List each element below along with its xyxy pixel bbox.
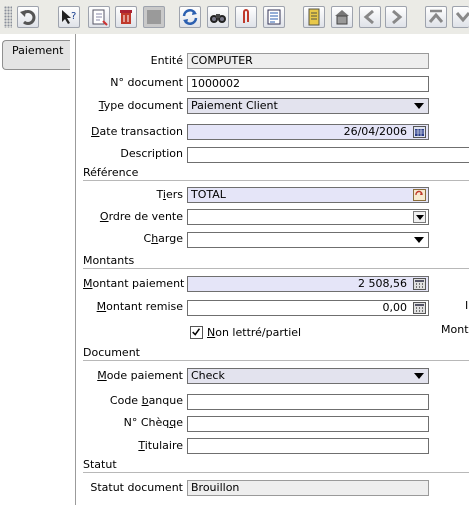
save-icon[interactable]	[143, 6, 165, 28]
entite-label: Entité	[150, 54, 183, 67]
date-transaction-value: 26/04/2006	[343, 125, 407, 138]
num-document-field[interactable]: 1000002	[187, 76, 429, 92]
calendar-icon[interactable]	[413, 126, 426, 138]
report-icon[interactable]	[263, 6, 285, 28]
previous-icon[interactable]	[359, 6, 381, 28]
non-lettre-label: Non lettré/partiel	[207, 326, 302, 339]
chevron-down-icon[interactable]	[414, 103, 424, 109]
last-icon[interactable]	[452, 6, 469, 28]
montant-remise-label: Montant remise	[96, 300, 183, 313]
tiers-label: Tiers	[156, 188, 183, 201]
find-icon[interactable]	[207, 6, 229, 28]
search-bpartner-icon[interactable]	[413, 189, 426, 201]
ordre-vente-select[interactable]	[187, 209, 429, 225]
section-statut: Statut	[83, 458, 469, 473]
non-lettre-checkbox[interactable]	[190, 326, 203, 339]
chevron-down-icon[interactable]	[414, 237, 424, 243]
type-document-label: Type document	[98, 99, 183, 112]
cutoff-mont-label: Mont	[441, 323, 469, 336]
montant-paiement-field[interactable]: 2 508,56	[187, 276, 429, 292]
date-transaction-label: Date transaction	[91, 125, 183, 138]
first-icon[interactable]	[425, 6, 447, 28]
num-cheque-label: N° Chèqqe	[123, 416, 183, 429]
description-field[interactable]	[187, 147, 469, 163]
montant-remise-field[interactable]: 0,00	[187, 300, 429, 316]
entite-field[interactable]: COMPUTER	[187, 53, 429, 69]
refresh-icon[interactable]	[179, 6, 201, 28]
num-document-label: N° document	[110, 76, 183, 89]
calculator-icon[interactable]	[413, 278, 426, 290]
description-label: Description	[120, 147, 183, 160]
mode-paiement-value: Check	[191, 369, 225, 382]
archive-icon[interactable]	[331, 6, 353, 28]
type-document-value: Paiement Client	[191, 99, 278, 112]
section-document: Document	[83, 346, 469, 361]
montant-remise-value: 0,00	[382, 301, 408, 314]
tab-label: Paiement	[12, 44, 64, 57]
new-record-icon[interactable]	[88, 6, 110, 28]
history-icon[interactable]	[303, 6, 325, 28]
delete-icon[interactable]	[115, 6, 137, 28]
chevron-down-icon[interactable]	[413, 211, 426, 223]
toolbar: ?	[0, 0, 469, 34]
undo-icon[interactable]	[17, 6, 39, 28]
montant-paiement-value: 2 508,56	[358, 277, 407, 290]
calculator-icon[interactable]	[413, 302, 426, 314]
titulaire-field[interactable]	[187, 438, 429, 454]
next-icon[interactable]	[385, 6, 407, 28]
charge-select[interactable]	[187, 232, 429, 248]
montant-paiement-label: Montant paiement	[83, 277, 185, 290]
attachment-icon[interactable]	[235, 6, 257, 28]
titulaire-label: Titulaire	[138, 439, 183, 452]
ordre-vente-label: Ordre de vente	[99, 210, 183, 223]
chevron-down-icon[interactable]	[414, 373, 424, 379]
code-banque-label: Code banque	[109, 394, 183, 407]
charge-label: Charge	[143, 232, 184, 245]
checkmark-icon	[192, 328, 201, 336]
cutoff-label-right: I	[465, 299, 469, 312]
statut-document-field[interactable]: Brouillon	[187, 480, 429, 496]
num-cheque-field[interactable]	[187, 416, 429, 432]
section-montants: Montants	[83, 254, 469, 269]
code-banque-field[interactable]	[187, 394, 429, 410]
tab-strip	[0, 34, 76, 505]
mode-paiement-label: Mode paiement	[97, 369, 183, 382]
type-document-select[interactable]: Paiement Client	[187, 98, 429, 114]
date-transaction-field[interactable]: 26/04/2006	[187, 124, 429, 140]
tab-paiement[interactable]: Paiement	[2, 40, 70, 70]
toolbar-grip[interactable]	[4, 6, 12, 28]
statut-document-label: Statut document	[90, 481, 183, 494]
section-reference: Référence	[83, 166, 469, 181]
svg-text:?: ?	[71, 11, 76, 22]
tiers-field[interactable]: TOTAL	[187, 187, 429, 203]
help-icon[interactable]: ?	[58, 6, 80, 28]
tiers-value: TOTAL	[191, 188, 226, 201]
mode-paiement-select[interactable]: Check	[187, 368, 429, 384]
